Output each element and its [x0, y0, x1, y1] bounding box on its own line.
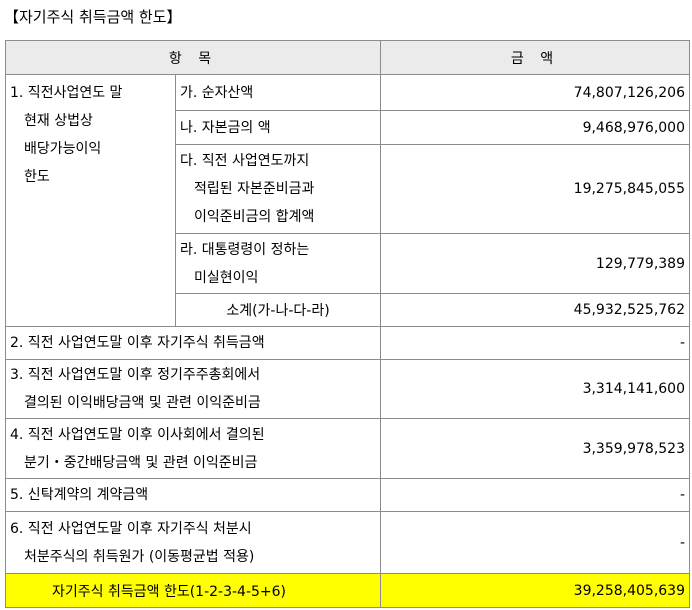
table-row: 3. 직전 사업연도말 이후 정기주주총회에서 결의된 이익배당금액 및 관련 …: [5, 359, 690, 419]
header-amount: 금 액: [380, 40, 690, 75]
sub-item-line: 나. 자본금의 액: [180, 119, 271, 136]
item-line: 3. 직전 사업연도말 이후 정기주주총회에서: [10, 367, 261, 383]
item-line: 분기・중간배당금액 및 관련 이익준비금: [24, 454, 258, 471]
section1-label-line: 현재 상법상: [24, 113, 93, 129]
document-title: 【자기주식 취득금액 한도】: [4, 8, 182, 26]
section1-label-line: 1. 직전사업연도 말: [10, 85, 123, 101]
item-label: 4. 직전 사업연도말 이후 이사회에서 결의된 분기・중간배당금액 및 관련 …: [5, 418, 381, 479]
header-item: 항 목: [5, 40, 381, 75]
total-amount: 39,258,405,639: [380, 573, 690, 608]
item-line: 2. 직전 사업연도말 이후 자기주식 취득금액: [10, 335, 265, 351]
amount-cell: -: [380, 511, 690, 574]
table-row: 6. 직전 사업연도말 이후 자기주식 처분시 처분주식의 취득원가 (이동평균…: [5, 511, 690, 574]
item-label: 5. 신탁계약의 계약금액: [5, 478, 381, 512]
sub-item-label: 라. 대통령령이 정하는 미실현이익: [175, 233, 381, 294]
sub-item-label: 다. 직전 사업연도까지 적립된 자본준비금과 이익준비금의 합계액: [175, 144, 381, 234]
amount-cell: 9,468,976,000: [380, 110, 690, 145]
item-line: 6. 직전 사업연도말 이후 자기주식 처분시: [10, 520, 252, 537]
sub-item-label: 가. 순자산액: [175, 74, 381, 111]
amount-cell: -: [380, 478, 690, 512]
table-row: 2. 직전 사업연도말 이후 자기주식 취득금액 -: [5, 326, 690, 360]
sub-item-label: 나. 자본금의 액: [175, 110, 381, 145]
sub-item-line: 가. 순자산액: [180, 84, 254, 101]
sub-item-line: 다. 직전 사업연도까지: [180, 153, 310, 169]
table-row: 4. 직전 사업연도말 이후 이사회에서 결의된 분기・중간배당금액 및 관련 …: [5, 418, 690, 479]
sub-item-line: 미실현이익: [194, 269, 259, 286]
sub-item-line: 라. 대통령령이 정하는: [180, 241, 310, 258]
amount-cell: 3,359,978,523: [380, 418, 690, 479]
table-header-row: 항 목 금 액: [5, 40, 690, 75]
table-row: 5. 신탁계약의 계약금액 -: [5, 478, 690, 512]
amount-cell: 74,807,126,206: [380, 74, 690, 111]
amount-cell: -: [380, 326, 690, 360]
item-label: 2. 직전 사업연도말 이후 자기주식 취득금액: [5, 326, 381, 360]
subtotal-label: 소계(가-나-다-라): [175, 293, 381, 327]
item-label: 6. 직전 사업연도말 이후 자기주식 처분시 처분주식의 취득원가 (이동평균…: [5, 511, 381, 574]
sub-item-line: 이익준비금의 합계액: [194, 209, 315, 225]
item-line: 처분주식의 취득원가 (이동평균법 적용): [24, 548, 255, 565]
amount-cell: 3,314,141,600: [380, 359, 690, 419]
section1-label-line: 배당가능이익: [24, 141, 102, 157]
total-label: 자기주식 취득금액 한도(1-2-3-4-5+6): [5, 573, 381, 608]
item-line: 5. 신탁계약의 계약금액: [10, 487, 149, 503]
item-line: 결의된 이익배당금액 및 관련 이익준비금: [24, 395, 261, 411]
section1-label-line: 한도: [24, 169, 50, 185]
amount-cell: 129,779,389: [380, 233, 690, 294]
amount-cell: 19,275,845,055: [380, 144, 690, 234]
sub-item-line: 적립된 자본준비금과: [194, 181, 315, 197]
total-row: 자기주식 취득금액 한도(1-2-3-4-5+6) 39,258,405,639: [5, 573, 690, 608]
subtotal-amount: 45,932,525,762: [380, 293, 690, 327]
table-row: 1. 직전사업연도 말 현재 상법상 배당가능이익 한도 가. 순자산액 74,…: [5, 74, 690, 327]
treasury-stock-limit-table: 항 목 금 액 1. 직전사업연도 말 현재 상법상 배당가능이익 한도 가. …: [5, 40, 690, 608]
section1-label: 1. 직전사업연도 말 현재 상법상 배당가능이익 한도: [5, 74, 176, 327]
item-line: 4. 직전 사업연도말 이후 이사회에서 결의된: [10, 426, 265, 443]
item-label: 3. 직전 사업연도말 이후 정기주주총회에서 결의된 이익배당금액 및 관련 …: [5, 359, 381, 419]
